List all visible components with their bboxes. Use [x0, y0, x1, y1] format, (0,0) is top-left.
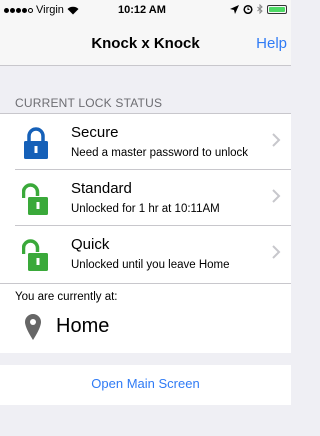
map-pin-icon — [25, 314, 41, 340]
lock-option-subtitle: Unlocked for 1 hr at 10:11AM — [71, 203, 220, 215]
chevron-right-icon — [272, 133, 281, 147]
chevron-right-icon — [272, 189, 281, 203]
lock-option-quick[interactable]: Quick Unlocked until you leave Home — [0, 226, 291, 282]
lock-option-standard[interactable]: Standard Unlocked for 1 hr at 10:11AM — [0, 170, 291, 226]
lock-option-title: Standard — [71, 180, 132, 197]
alarm-icon — [243, 4, 253, 14]
page-title: Knock x Knock — [91, 35, 200, 52]
current-location-name: Home — [56, 315, 110, 337]
bluetooth-icon — [257, 4, 263, 14]
open-main-screen-row[interactable]: Open Main Screen — [0, 365, 291, 405]
lock-option-subtitle: Need a master password to unlock — [71, 147, 249, 159]
carrier-name: Virgin — [36, 4, 64, 16]
lock-option-title: Quick — [71, 236, 110, 253]
status-time: 10:12 AM — [118, 4, 166, 16]
help-button[interactable]: Help — [256, 35, 287, 52]
lock-option-subtitle: Unlocked until you leave Home — [71, 259, 230, 271]
carrier-info: Virgin — [4, 4, 79, 16]
lock-option-title: Secure — [71, 124, 119, 141]
lock-option-secure[interactable]: Secure Need a master password to unlock — [0, 114, 291, 170]
signal-strength-icon — [4, 7, 33, 13]
lock-status-header: CURRENT LOCK STATUS — [15, 96, 163, 110]
navigation-bar: Knock x Knock Help — [0, 22, 291, 66]
current-location-panel: You are currently at: Home — [0, 283, 291, 353]
status-icons — [230, 4, 287, 14]
status-bar: Virgin 10:12 AM — [0, 0, 291, 22]
lock-open-icon — [22, 183, 48, 215]
lock-open-icon — [22, 239, 48, 271]
wifi-icon — [67, 6, 79, 14]
battery-icon — [267, 4, 287, 14]
lock-closed-icon — [24, 127, 48, 159]
location-arrow-icon — [230, 4, 239, 14]
lock-status-list: Secure Need a master password to unlock … — [0, 113, 291, 283]
open-main-screen-button[interactable]: Open Main Screen — [91, 376, 199, 391]
current-location-label: You are currently at: — [15, 291, 118, 303]
chevron-right-icon — [272, 245, 281, 259]
